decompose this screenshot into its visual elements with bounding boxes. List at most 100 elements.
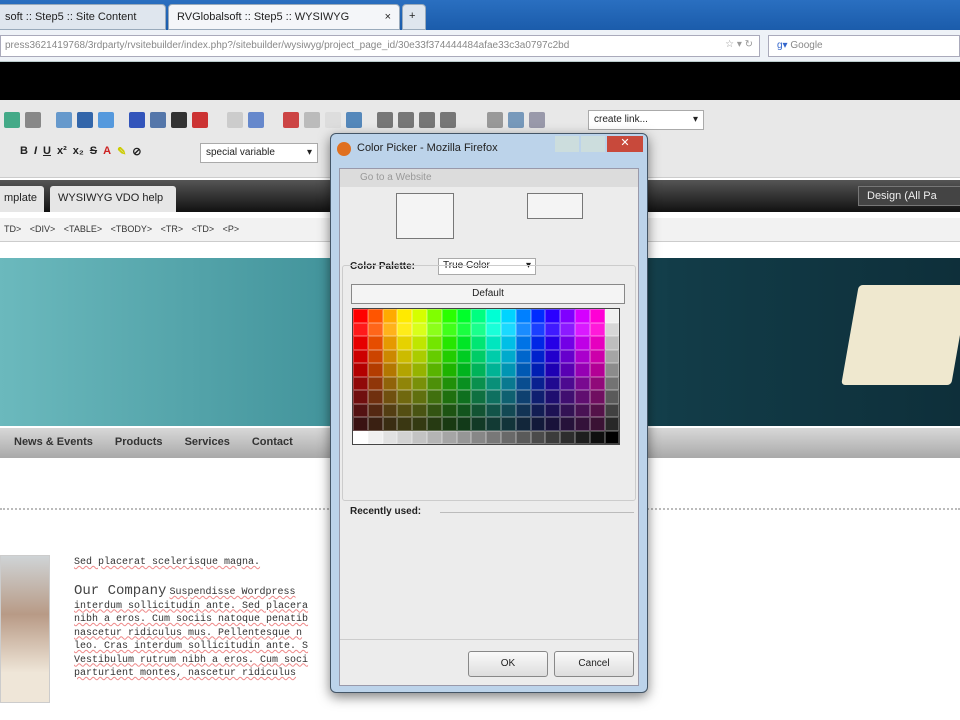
color-swatch[interactable] bbox=[441, 322, 457, 336]
color-swatch[interactable] bbox=[604, 390, 620, 404]
color-swatch[interactable] bbox=[515, 390, 531, 404]
nav-products[interactable]: Products bbox=[115, 436, 163, 448]
color-swatch[interactable] bbox=[560, 349, 575, 363]
color-swatch[interactable] bbox=[530, 430, 546, 444]
justify-icon[interactable] bbox=[440, 112, 456, 128]
color-swatch[interactable] bbox=[382, 403, 398, 417]
new-tab-button[interactable]: + bbox=[402, 4, 426, 30]
color-swatch[interactable] bbox=[441, 430, 457, 444]
color-swatch[interactable] bbox=[441, 309, 457, 323]
color-swatch[interactable] bbox=[426, 322, 442, 336]
color-swatch[interactable] bbox=[353, 390, 368, 404]
color-swatch[interactable] bbox=[574, 417, 590, 431]
color-swatch[interactable] bbox=[412, 390, 427, 404]
subscript-icon[interactable]: x₂ bbox=[73, 145, 84, 158]
color-swatch[interactable] bbox=[367, 349, 383, 363]
color-swatch[interactable] bbox=[426, 349, 442, 363]
color-swatch[interactable] bbox=[367, 363, 383, 377]
color-swatch[interactable] bbox=[382, 336, 398, 350]
color-swatch[interactable] bbox=[412, 349, 427, 363]
link-icon[interactable] bbox=[4, 112, 20, 128]
color-swatch[interactable] bbox=[589, 363, 605, 377]
color-swatch[interactable] bbox=[441, 417, 457, 431]
color-swatch[interactable] bbox=[426, 309, 442, 323]
paste-icon[interactable] bbox=[304, 112, 320, 128]
color-swatch[interactable] bbox=[412, 430, 427, 444]
color-swatch[interactable] bbox=[412, 309, 427, 323]
media-icon[interactable] bbox=[192, 112, 208, 128]
color-swatch[interactable] bbox=[604, 376, 620, 390]
color-swatch[interactable] bbox=[530, 309, 546, 323]
color-swatch[interactable] bbox=[382, 322, 398, 336]
color-swatch[interactable] bbox=[456, 376, 472, 390]
indent-icon[interactable] bbox=[487, 112, 503, 128]
color-swatch[interactable] bbox=[515, 309, 531, 323]
color-swatch[interactable] bbox=[412, 363, 427, 377]
color-swatch[interactable] bbox=[500, 363, 516, 377]
color-swatch[interactable] bbox=[589, 309, 605, 323]
color-swatch[interactable] bbox=[382, 390, 398, 404]
design-button[interactable]: Design (All Pa bbox=[858, 186, 960, 206]
color-swatch[interactable] bbox=[545, 417, 561, 431]
page-icon[interactable] bbox=[227, 112, 243, 128]
tab-wysiwyg-vdo-help[interactable]: WYSIWYG VDO help bbox=[50, 186, 176, 212]
color-swatch[interactable] bbox=[530, 322, 546, 336]
url-input[interactable]: press3621419768/3rdparty/rvsitebuilder/i… bbox=[0, 35, 760, 57]
color-swatch[interactable] bbox=[530, 336, 546, 350]
color-swatch[interactable] bbox=[589, 376, 605, 390]
color-swatch[interactable] bbox=[353, 403, 368, 417]
paste-word-icon[interactable] bbox=[346, 112, 362, 128]
create-link-select[interactable]: create link... ▾ bbox=[588, 110, 704, 130]
color-swatch[interactable] bbox=[589, 336, 605, 350]
color-swatch[interactable] bbox=[367, 309, 383, 323]
color-swatch[interactable] bbox=[500, 349, 516, 363]
color-swatch[interactable] bbox=[545, 336, 561, 350]
align-center-icon[interactable] bbox=[398, 112, 414, 128]
color-swatch[interactable] bbox=[412, 417, 427, 431]
color-swatch[interactable] bbox=[353, 417, 368, 431]
color-swatch[interactable] bbox=[456, 430, 472, 444]
color-swatch[interactable] bbox=[412, 336, 427, 350]
color-swatch[interactable] bbox=[530, 390, 546, 404]
color-swatch[interactable] bbox=[530, 417, 546, 431]
color-swatch[interactable] bbox=[545, 430, 561, 444]
color-swatch[interactable] bbox=[545, 349, 561, 363]
color-swatch[interactable] bbox=[456, 336, 472, 350]
color-swatch[interactable] bbox=[426, 417, 442, 431]
color-swatch[interactable] bbox=[604, 403, 620, 417]
copy-icon[interactable] bbox=[150, 112, 166, 128]
color-swatch[interactable] bbox=[353, 363, 368, 377]
color-swatch[interactable] bbox=[441, 390, 457, 404]
color-swatch[interactable] bbox=[471, 322, 487, 336]
bookmark-star-icon[interactable]: ☆ ▾ ↻ bbox=[725, 39, 753, 50]
color-swatch[interactable] bbox=[471, 417, 487, 431]
color-swatch[interactable] bbox=[500, 417, 516, 431]
color-swatch[interactable] bbox=[545, 376, 561, 390]
color-swatch[interactable] bbox=[471, 336, 487, 350]
color-swatch[interactable] bbox=[353, 322, 368, 336]
color-swatch[interactable] bbox=[574, 403, 590, 417]
color-swatch[interactable] bbox=[397, 417, 413, 431]
color-swatch[interactable] bbox=[545, 363, 561, 377]
color-swatch[interactable] bbox=[604, 349, 620, 363]
superscript-icon[interactable]: x² bbox=[57, 145, 67, 158]
nav-news-events[interactable]: News & Events bbox=[14, 436, 93, 448]
highlight-icon[interactable]: ✎ bbox=[117, 145, 126, 158]
color-swatch[interactable] bbox=[574, 390, 590, 404]
color-swatch[interactable] bbox=[367, 336, 383, 350]
save-icon[interactable] bbox=[248, 112, 264, 128]
cut-icon[interactable] bbox=[283, 112, 299, 128]
color-swatch[interactable] bbox=[486, 417, 501, 431]
color-swatch[interactable] bbox=[397, 376, 413, 390]
color-swatch[interactable] bbox=[560, 430, 575, 444]
color-swatch[interactable] bbox=[500, 322, 516, 336]
color-swatch[interactable] bbox=[604, 417, 620, 431]
color-swatch[interactable] bbox=[471, 309, 487, 323]
color-swatch[interactable] bbox=[456, 390, 472, 404]
font-color-icon[interactable]: A bbox=[103, 145, 111, 158]
pen-icon[interactable] bbox=[171, 112, 187, 128]
color-swatch[interactable] bbox=[574, 430, 590, 444]
color-swatch[interactable] bbox=[382, 417, 398, 431]
unordered-list-icon[interactable] bbox=[529, 112, 545, 128]
color-swatch[interactable] bbox=[397, 336, 413, 350]
